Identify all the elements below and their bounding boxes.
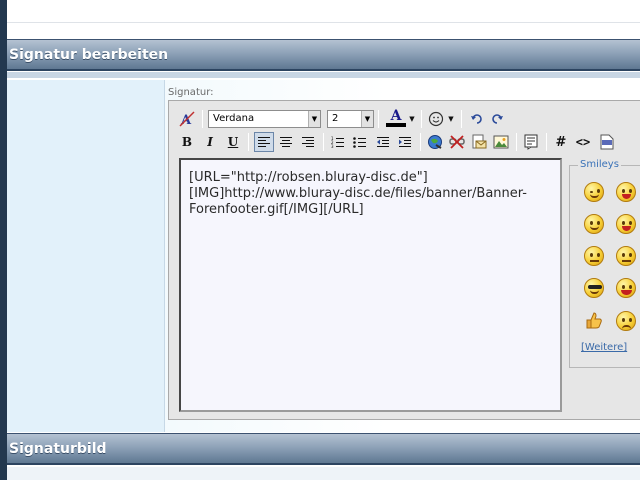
font-select[interactable]: Verdana ▼: [208, 110, 321, 128]
align-right-icon[interactable]: [298, 132, 318, 152]
signature-image-section-header: Signaturbild: [7, 433, 640, 465]
php-icon[interactable]: [597, 132, 617, 152]
smiley-laugh-icon[interactable]: [616, 182, 636, 202]
italic-icon[interactable]: I: [200, 132, 220, 152]
header-underline: [7, 72, 640, 78]
separator: [323, 133, 324, 151]
remove-link-icon[interactable]: [447, 132, 467, 152]
toolbar-row-2: B I U 123 # <>: [169, 132, 640, 154]
chevron-down-icon: ▼: [361, 111, 373, 127]
wysiwyg-editor: A Verdana ▼ 2 ▼ A ▼ ▼: [168, 100, 640, 420]
remove-format-icon[interactable]: A: [177, 109, 197, 129]
smiley-menu-dropdown[interactable]: ▼: [446, 109, 456, 129]
size-select-value: 2: [332, 113, 339, 124]
separator: [421, 110, 422, 128]
separator: [248, 133, 249, 151]
svg-text:3: 3: [331, 144, 334, 148]
redo-icon[interactable]: [487, 109, 507, 129]
code-hash-icon[interactable]: #: [551, 132, 571, 152]
smileys-panel: Smileys [Weitere]: [569, 159, 640, 368]
toolbar-row-1: A Verdana ▼ 2 ▼ A ▼ ▼: [169, 109, 640, 131]
size-select[interactable]: 2 ▼: [327, 110, 374, 128]
separator: [420, 133, 421, 151]
separator: [378, 110, 379, 128]
separator: [461, 110, 462, 128]
smiley-grin-icon[interactable]: [616, 278, 636, 298]
smiley-smile-icon[interactable]: [584, 214, 604, 234]
smileys-legend: Smileys: [578, 159, 621, 170]
separator: [546, 133, 547, 151]
smiley-neutral-icon[interactable]: [584, 246, 604, 266]
align-left-icon[interactable]: [254, 132, 274, 152]
text-color-icon[interactable]: A: [385, 108, 407, 128]
insert-email-icon[interactable]: [469, 132, 489, 152]
smiley-wink-icon[interactable]: [584, 182, 604, 202]
unordered-list-icon[interactable]: [350, 132, 370, 152]
insert-link-icon[interactable]: [425, 132, 445, 152]
signature-section-header: Signatur bearbeiten: [7, 39, 640, 71]
smiley-sad-icon[interactable]: [616, 311, 636, 331]
smiley-cool-icon[interactable]: [584, 278, 604, 298]
html-icon[interactable]: <>: [573, 132, 593, 152]
smiley-confused-icon[interactable]: [616, 246, 636, 266]
bold-icon[interactable]: B: [177, 132, 197, 152]
separator: [516, 133, 517, 151]
left-label-cell: [7, 80, 165, 432]
chevron-down-icon: ▼: [308, 111, 320, 127]
divider: [7, 22, 640, 23]
more-smileys-link[interactable]: [Weitere]: [581, 342, 627, 353]
signature-label: Signatur:: [168, 87, 214, 98]
smiley-tongue-icon[interactable]: [616, 214, 636, 234]
signature-image-section-title: Signaturbild: [9, 441, 107, 457]
text-color-bar: [386, 123, 406, 127]
signature-textarea[interactable]: [URL="http://robsen.bluray-disc.de"][IMG…: [179, 158, 562, 412]
top-area: [7, 0, 640, 40]
smiley-menu-icon[interactable]: [426, 109, 446, 129]
section-content-strip: [7, 467, 640, 480]
separator: [202, 110, 203, 128]
align-center-icon[interactable]: [276, 132, 296, 152]
ordered-list-icon[interactable]: 123: [328, 132, 348, 152]
page-frame: Signatur bearbeiten Signatur: A Verdana …: [7, 0, 640, 480]
font-select-value: Verdana: [213, 113, 255, 124]
underline-icon[interactable]: U: [223, 132, 243, 152]
thumbs-up-icon[interactable]: [585, 311, 603, 329]
text-color-dropdown[interactable]: ▼: [407, 109, 417, 129]
signature-section-title: Signatur bearbeiten: [9, 47, 169, 63]
insert-image-icon[interactable]: [491, 132, 511, 152]
indent-icon[interactable]: [395, 132, 415, 152]
quote-icon[interactable]: [521, 132, 541, 152]
undo-icon[interactable]: [467, 109, 487, 129]
outdent-icon[interactable]: [373, 132, 393, 152]
